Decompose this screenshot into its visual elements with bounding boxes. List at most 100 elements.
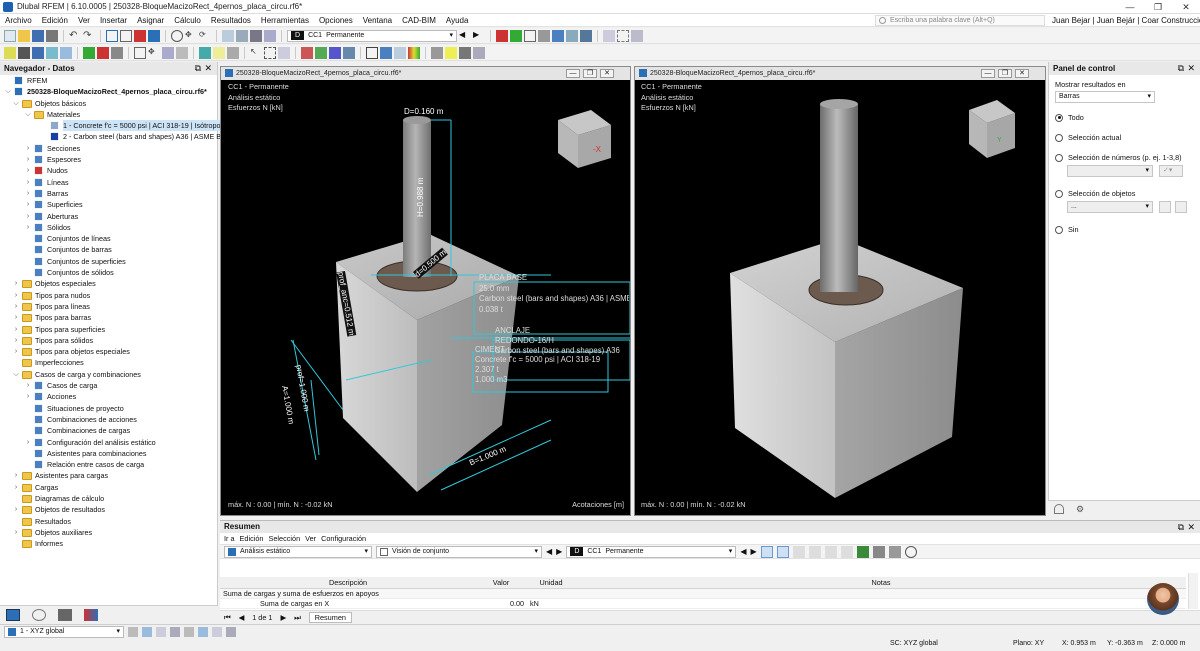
calculate-icon[interactable] (134, 29, 146, 42)
chevron-right-icon[interactable]: › (12, 301, 20, 312)
open-folder-icon[interactable] (18, 29, 30, 42)
viewport-left[interactable]: 250328-BloqueMacizoRect_4pernos_placa_ci… (220, 66, 631, 516)
tree-item[interactable]: Diagramas de cálculo (0, 493, 217, 504)
dimension-icon[interactable] (199, 46, 211, 59)
results-menu-goto[interactable]: Ir a (224, 533, 240, 544)
guide-icon[interactable] (631, 29, 643, 42)
clear-objects-button[interactable] (1175, 201, 1187, 213)
results-tab-icon[interactable] (84, 609, 98, 621)
tree-item[interactable]: RFEM (0, 75, 217, 86)
nav-cube-left[interactable]: -X (558, 110, 611, 168)
chevron-right-icon[interactable]: › (12, 278, 20, 289)
tree-item[interactable]: Informes (0, 538, 217, 549)
tree-item[interactable]: Resultados (0, 516, 217, 527)
option-current-selection[interactable]: Selección actual (1055, 133, 1121, 142)
display-tab-icon[interactable] (32, 609, 46, 621)
chevron-right-icon[interactable]: › (24, 211, 32, 222)
filter-icon[interactable] (792, 545, 805, 558)
menu-cad-bim[interactable]: CAD-BIM (397, 16, 441, 25)
chevron-down-icon[interactable]: ⌵ (12, 369, 20, 380)
lighting-icon[interactable] (445, 46, 457, 59)
menu-opciones[interactable]: Opciones (314, 16, 358, 25)
close-icon[interactable]: ✕ (600, 69, 614, 78)
previous-page-icon[interactable]: ◀ (239, 613, 245, 622)
pan-icon[interactable]: ✥ (185, 30, 197, 42)
previous-load-case-icon[interactable]: ◀ (459, 30, 471, 42)
redo-icon[interactable]: ↷ (83, 30, 95, 42)
view-top-icon[interactable] (343, 46, 355, 59)
chevron-right-icon[interactable]: › (24, 437, 32, 448)
copy-icon[interactable] (134, 46, 146, 59)
load-case-combo[interactable]: D CC1 Permanente ▾ (287, 29, 457, 42)
result-display-icon[interactable] (496, 29, 508, 42)
option-todo[interactable]: Todo (1055, 113, 1084, 122)
view-y-icon[interactable] (315, 46, 327, 59)
guide-lines-icon[interactable] (184, 626, 194, 637)
previous-icon[interactable]: ◀ (546, 547, 552, 556)
results-load-case-select[interactable]: D CC1 Permanente ▾ (566, 545, 737, 558)
tree-item[interactable]: Conjuntos de sólidos (0, 267, 217, 278)
comment-icon[interactable] (213, 46, 225, 59)
number-selection-input[interactable]: ▾ (1067, 165, 1153, 177)
tree-item[interactable]: ⌵ 250328-BloqueMacizoRect_4pernos_placa_c… (0, 86, 217, 97)
menu-asignar[interactable]: Asignar (132, 16, 169, 25)
minimize-icon[interactable]: — (981, 69, 995, 78)
line-tool-icon[interactable] (18, 46, 30, 59)
chevron-down-icon[interactable]: ⌵ (12, 98, 20, 109)
tree-item[interactable]: ⌵ Casos de carga y combinaciones (0, 369, 217, 380)
tree-item[interactable]: Situaciones de proyecto (0, 403, 217, 414)
apply-numbers-button[interactable]: ✓▾ (1159, 165, 1183, 177)
pin-icon[interactable]: ⧉ (1178, 521, 1184, 533)
last-page-icon[interactable]: ⏭ (294, 613, 301, 623)
results-menu-selection[interactable]: Selección (268, 533, 305, 544)
tree-item[interactable]: › Tipos para nudos (0, 290, 217, 301)
coordinate-system-select[interactable]: 1 - XYZ global ▾ (4, 625, 124, 638)
tree-item[interactable]: Imperfecciones (0, 357, 217, 368)
tree-item[interactable]: › Secciones (0, 143, 217, 154)
menu-ventana[interactable]: Ventana (358, 16, 397, 25)
menu-herramientas[interactable]: Herramientas (256, 16, 314, 25)
grid-icon[interactable] (617, 29, 629, 42)
print-icon[interactable] (872, 545, 885, 558)
visibility-icon[interactable] (264, 29, 276, 42)
menu-edicion[interactable]: Edición (37, 16, 73, 25)
ortho-icon[interactable] (156, 626, 166, 637)
values-icon[interactable] (524, 29, 536, 42)
chevron-down-icon[interactable]: ⌵ (4, 86, 12, 97)
solid-model-icon[interactable] (380, 46, 392, 59)
menu-calculo[interactable]: Cálculo (169, 16, 206, 25)
solid-tool-icon[interactable] (60, 46, 72, 59)
results-scrollbar[interactable] (1188, 573, 1198, 609)
tree-item[interactable]: ⌵ Materiales (0, 109, 217, 120)
close-icon[interactable]: ✕ (1187, 62, 1195, 75)
tree-item[interactable]: Combinaciones de acciones (0, 414, 217, 425)
chevron-right-icon[interactable]: › (24, 391, 32, 402)
select-icon[interactable]: ↖ (250, 47, 262, 59)
table-icon[interactable] (120, 29, 132, 42)
screenshot-icon[interactable] (473, 46, 485, 59)
display-icon[interactable] (250, 29, 262, 42)
view-iso-icon[interactable] (580, 29, 592, 42)
menu-insertar[interactable]: Insertar (95, 16, 132, 25)
chevron-right-icon[interactable]: › (12, 346, 20, 357)
member-tool-icon[interactable] (32, 46, 44, 59)
chevron-right-icon[interactable]: › (12, 312, 20, 323)
tab-resumen[interactable]: Resumen (308, 612, 352, 623)
next-load-case-icon[interactable]: ▶ (750, 547, 756, 556)
tree-item[interactable]: › Objetos especiales (0, 278, 217, 289)
tree-item[interactable]: Conjuntos de superficies (0, 256, 217, 267)
tree-item[interactable]: 1 - Concrete f'c = 5000 psi | ACI 318-19… (0, 120, 221, 132)
tree-item[interactable]: › Cargas (0, 482, 217, 493)
tree-item[interactable]: › Aberturas (0, 211, 217, 222)
guide-line-icon[interactable] (227, 46, 239, 59)
tree-item[interactable]: › Nudos (0, 165, 217, 176)
clipping-icon[interactable] (431, 46, 443, 59)
viewport-right[interactable]: 250328-BloqueMacizoRect_4pernos_placa_ci… (634, 66, 1046, 516)
tree-item[interactable]: › Asistentes para cargas (0, 470, 217, 481)
view-x-icon[interactable] (301, 46, 313, 59)
tree-item[interactable]: Combinaciones de cargas (0, 425, 217, 436)
user-account[interactable]: Juan Bejar | Juan Bejár | Coar Construcc… (1052, 14, 1200, 27)
excel-export-icon[interactable] (856, 545, 869, 558)
node-tool-icon[interactable] (4, 46, 16, 59)
tree-item[interactable]: › Tipos para objetos especiales (0, 346, 217, 357)
